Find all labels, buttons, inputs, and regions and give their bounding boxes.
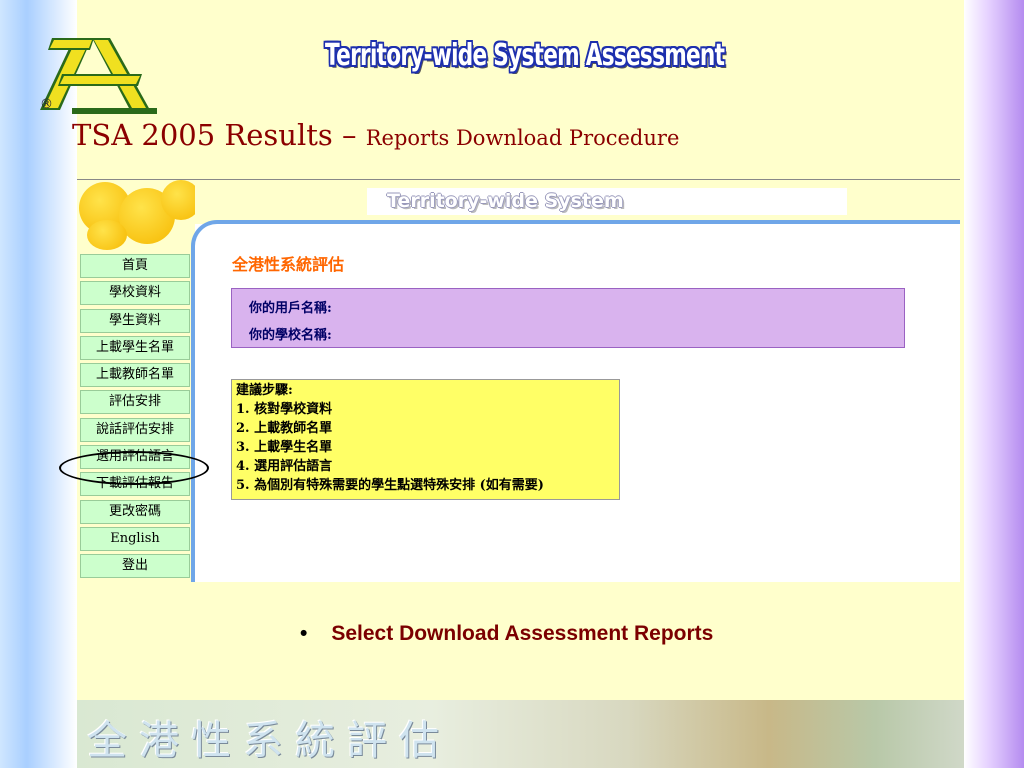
registered-mark: ® [40,97,53,112]
decorative-blob [87,220,127,250]
screenshot-banner: Territory-wide System [367,188,847,215]
bullet-text: Select Download Assessment Reports [331,622,714,645]
menu-item-logout[interactable]: 登出 [80,554,190,579]
screenshot-banner-text: Territory-wide System [387,190,624,212]
highlight-ellipse [59,451,209,485]
footer-text: 全港性系統評估 [87,718,451,764]
step-item: 3. 上載學生名單 [236,440,333,455]
step-item: 2. 上載教師名單 [236,421,333,436]
footer-banner: 全港性系統評估 [77,700,964,768]
school-name-label: 你的學校名稱: [249,328,332,343]
menu-item-student-info[interactable]: 學生資料 [80,308,190,333]
heading-main: TSA 2005 Results – [72,118,366,152]
right-gradient-band [964,0,1024,768]
username-label: 你的用戶名稱: [249,301,332,316]
step-item: 4. 選用評估語言 [236,459,333,474]
bullet-marker: • [300,622,308,645]
step-item: 5. 為個別有特殊需要的學生點選特殊安排 (如有需要) [236,478,544,493]
steps-title: 建議步驟: [236,383,293,398]
menu-item-upload-student-list[interactable]: 上載學生名單 [80,335,190,360]
suggested-steps-box: 建議步驟: 1. 核對學校資料 2. 上載教師名單 3. 上載學生名單 4. 選… [231,379,620,500]
menu-item-speaking-arrangement[interactable]: 說話評估安排 [80,417,190,442]
sidebar-menu: 首頁 學校資料 學生資料 上載學生名單 上載教師名單 評估安排 說話評估安排 選… [80,254,190,582]
user-info-box: 你的用戶名稱: 你的學校名稱: [231,288,905,348]
menu-item-school-info[interactable]: 學校資料 [80,281,190,306]
banner-title: Territory-wide System Assessment [325,38,725,73]
website-screenshot: Territory-wide System 首頁 學校資料 學生資料 上載學生名… [77,179,960,582]
page-heading: TSA 2005 Results – Reports Download Proc… [72,118,679,152]
menu-item-home[interactable]: 首頁 [80,254,190,278]
menu-item-english[interactable]: English [80,526,190,551]
heading-sub: Reports Download Procedure [365,126,680,150]
menu-item-change-password[interactable]: 更改密碼 [80,499,190,524]
menu-item-assessment-arrangement[interactable]: 評估安排 [80,390,190,415]
bullet-point: • Select Download Assessment Reports [300,622,713,646]
section-title: 全港性系統評估 [232,255,345,274]
step-item: 1. 核對學校資料 [236,402,333,417]
menu-item-upload-teacher-list[interactable]: 上載教師名單 [80,363,190,388]
